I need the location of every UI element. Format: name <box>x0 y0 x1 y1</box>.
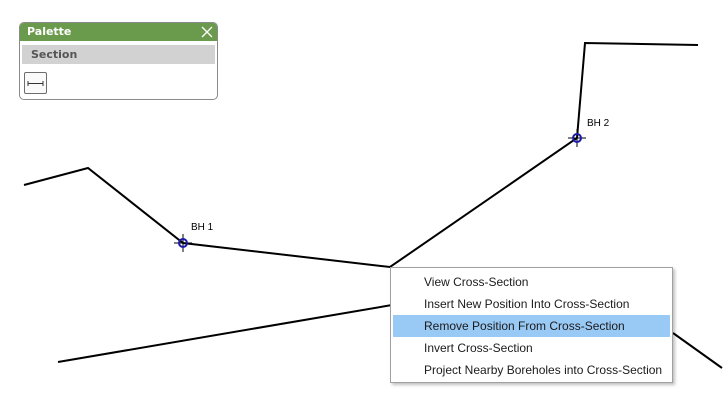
close-icon[interactable] <box>200 25 214 39</box>
borehole-marker-bh1[interactable] <box>174 234 192 252</box>
palette-window: Palette Section <box>19 22 218 100</box>
section-line-right[interactable] <box>672 332 723 369</box>
borehole-label-bh2: BH 2 <box>587 118 610 129</box>
menu-item-project-boreholes[interactable]: Project Nearby Boreholes into Cross-Sect… <box>393 359 670 381</box>
menu-item-remove-position[interactable]: Remove Position From Cross-Section <box>393 315 670 337</box>
borehole-label-bh1: BH 1 <box>191 222 214 233</box>
borehole-marker-bh2[interactable] <box>568 129 586 147</box>
menu-item-invert-cross-section[interactable]: Invert Cross-Section <box>393 337 670 359</box>
palette-title-bar[interactable]: Palette <box>20 23 217 41</box>
section-line-icon <box>27 80 44 86</box>
section-line-lower[interactable] <box>57 304 393 363</box>
context-menu: View Cross-Section Insert New Position I… <box>390 267 673 383</box>
palette-section-header[interactable]: Section <box>22 45 215 64</box>
menu-item-view-cross-section[interactable]: View Cross-Section <box>393 271 670 293</box>
palette-title: Palette <box>27 25 72 38</box>
menu-item-insert-position[interactable]: Insert New Position Into Cross-Section <box>393 293 670 315</box>
section-tool-button[interactable] <box>24 72 47 94</box>
palette-section-label: Section <box>31 48 78 61</box>
